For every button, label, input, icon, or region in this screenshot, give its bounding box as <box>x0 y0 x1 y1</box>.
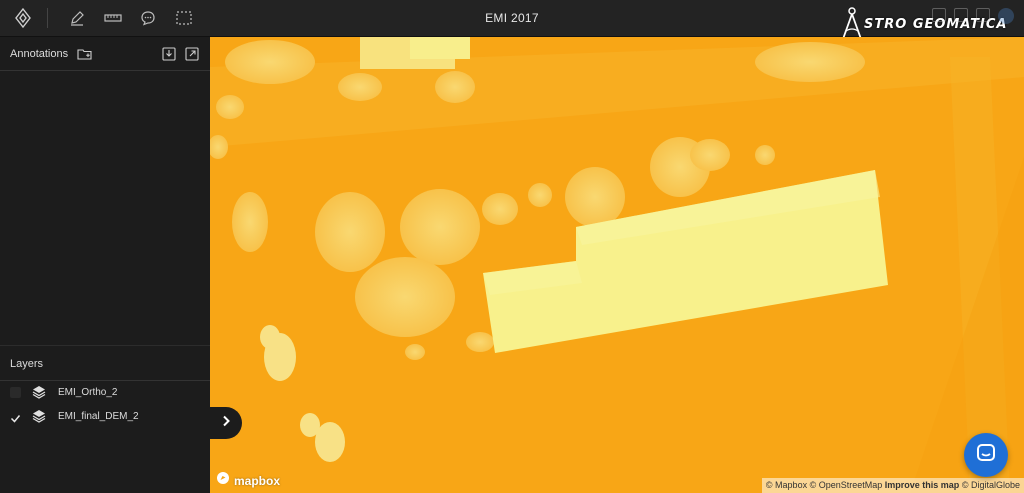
mapbox-logo[interactable]: mapbox <box>216 471 280 490</box>
chevron-right-icon <box>221 414 231 432</box>
top-bar: EMI 2017 STRO GEOMATICA <box>0 0 1024 40</box>
chat-icon <box>975 442 997 469</box>
mapbox-icon <box>216 471 230 490</box>
annotations-header: Annotations <box>0 37 210 71</box>
dem-raster <box>210 37 1024 493</box>
map-canvas[interactable] <box>210 37 1024 493</box>
chat-launcher-button[interactable] <box>964 433 1008 477</box>
map-attribution: © Mapbox © OpenStreetMap Improve this ma… <box>761 478 1024 493</box>
add-folder-icon[interactable] <box>77 46 93 62</box>
osm-attribution-link[interactable]: © OpenStreetMap <box>810 480 883 490</box>
layer-name: EMI_final_DEM_2 <box>58 411 139 422</box>
layer-checkbox[interactable] <box>10 387 21 398</box>
layer-checkbox-checked[interactable] <box>10 411 21 423</box>
profile-icon[interactable] <box>998 8 1014 24</box>
layers-icon <box>32 409 46 423</box>
annotations-title: Annotations <box>10 48 69 60</box>
layer-name: EMI_Ortho_2 <box>58 387 118 398</box>
mapbox-attribution-link[interactable]: © Mapbox <box>766 480 807 490</box>
improve-map-link[interactable]: Improve this map <box>885 480 960 490</box>
import-icon[interactable] <box>161 46 177 62</box>
digitalglobe-attribution-link[interactable]: © DigitalGlobe <box>962 480 1020 490</box>
sidebar: Annotations Layers EMI_Ortho_2 EMI_final… <box>0 37 210 493</box>
share-icon[interactable] <box>932 8 946 22</box>
layers-title: Layers <box>10 358 44 370</box>
upload-icon[interactable] <box>954 8 968 22</box>
expand-sidebar-button[interactable] <box>210 407 242 439</box>
layer-item[interactable]: EMI_final_DEM_2 <box>0 406 210 430</box>
mapbox-text: mapbox <box>234 473 281 488</box>
layers-header: Layers <box>0 345 210 381</box>
print-icon[interactable] <box>976 8 990 22</box>
layers-icon <box>32 385 46 399</box>
layer-item[interactable]: EMI_Ortho_2 <box>0 382 210 406</box>
export-icon[interactable] <box>184 46 200 62</box>
